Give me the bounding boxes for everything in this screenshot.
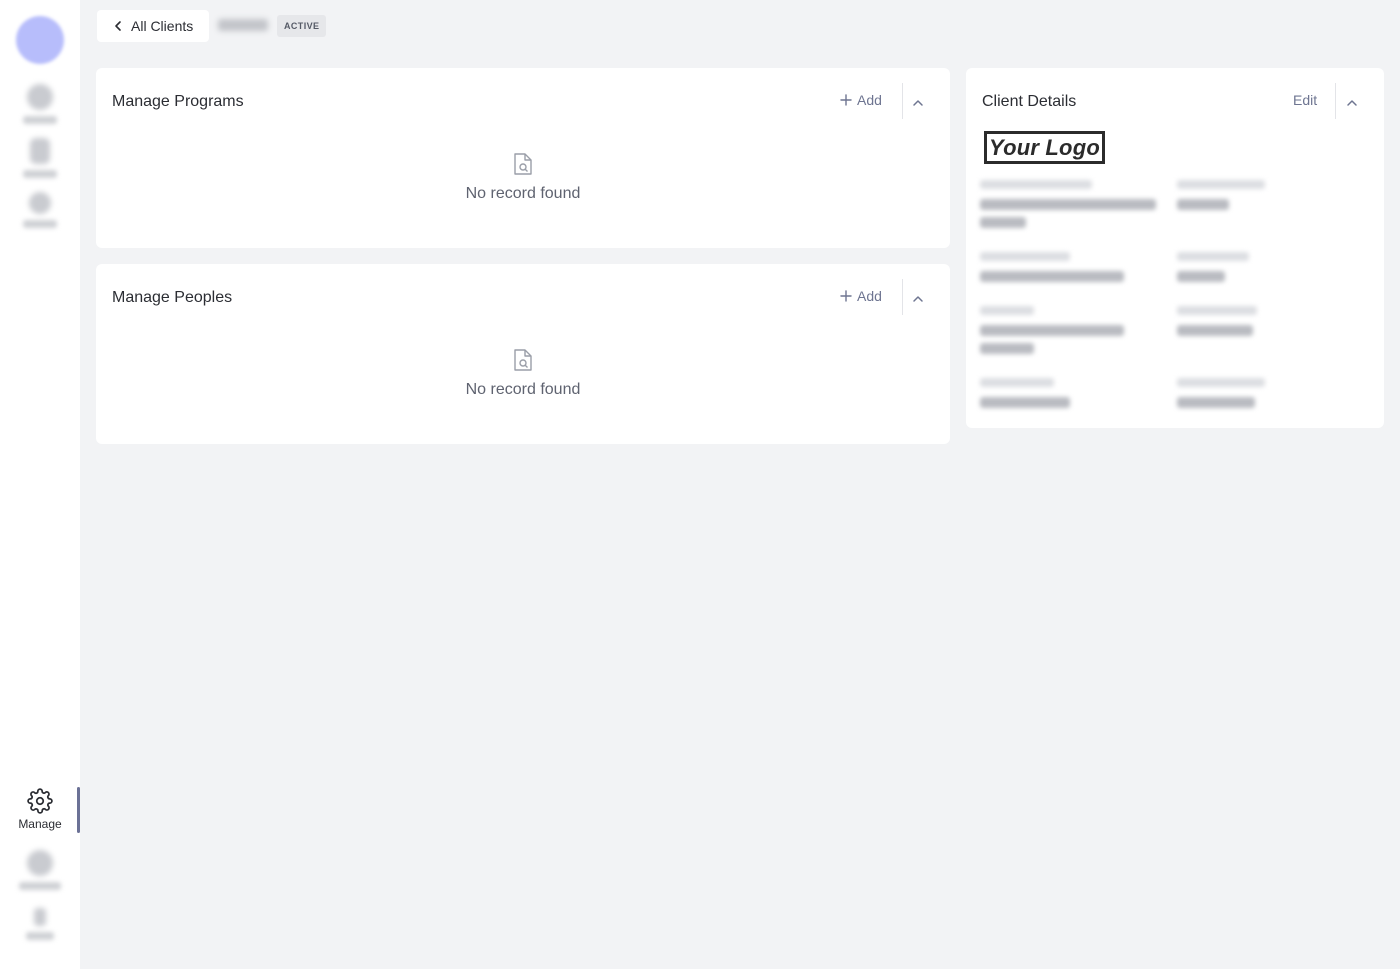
add-program-button[interactable]: Add [840, 92, 882, 108]
add-label: Add [857, 288, 882, 304]
active-indicator [77, 787, 80, 833]
detail-label [1177, 306, 1257, 315]
empty-message: No record found [465, 185, 581, 202]
client-logo: Your Logo [984, 131, 1105, 164]
detail-label [980, 252, 1070, 261]
card-title: Manage Peoples [112, 289, 233, 306]
collapse-button[interactable] [909, 290, 927, 308]
empty-state: No record found [96, 152, 950, 203]
detail-registered-name [980, 180, 1160, 228]
blurred-nav-label [23, 220, 57, 228]
blurred-nav-icon [27, 84, 53, 110]
client-details-card: Client Details Edit Your Logo [966, 68, 1384, 428]
collapse-button[interactable] [909, 94, 927, 112]
blurred-nav-label [23, 170, 57, 178]
divider [902, 83, 903, 119]
manage-peoples-card: Manage Peoples Add No record found [96, 264, 950, 444]
blurred-nav-icon [34, 908, 46, 926]
empty-state: No record found [96, 348, 950, 399]
chevron-up-icon [913, 100, 923, 106]
gear-icon [27, 788, 53, 814]
detail-value [980, 271, 1124, 282]
status-badge: ACTIVE [277, 15, 327, 37]
sidebar-item-label: Manage [18, 817, 62, 831]
divider [1335, 83, 1336, 119]
sidebar-item-3[interactable] [0, 192, 80, 228]
detail-client-type [1177, 252, 1357, 282]
add-people-button[interactable]: Add [840, 288, 882, 304]
edit-client-button[interactable]: Edit [1293, 92, 1317, 108]
detail-value [980, 343, 1034, 354]
blurred-nav-label [23, 116, 57, 124]
detail-value [1177, 199, 1229, 210]
document-search-icon [514, 349, 532, 371]
back-to-clients-button[interactable]: All Clients [97, 10, 209, 42]
avatar[interactable] [16, 16, 64, 64]
collapse-button[interactable] [1343, 94, 1361, 112]
detail-value [980, 325, 1124, 336]
detail-contact [980, 378, 1160, 408]
detail-value [980, 397, 1070, 408]
detail-value [980, 199, 1156, 210]
detail-label [1177, 180, 1265, 189]
document-search-icon [514, 153, 532, 175]
detail-value [1177, 325, 1253, 336]
blurred-nav-label [26, 932, 54, 940]
plus-icon [840, 94, 852, 106]
sidebar-item-5[interactable] [0, 908, 80, 940]
card-title: Client Details [982, 93, 1077, 110]
card-title: Manage Programs [112, 93, 244, 110]
sidebar-item-manage[interactable]: Manage [0, 788, 80, 831]
blurred-nav-icon [29, 192, 51, 214]
sidebar-item-1[interactable] [0, 84, 80, 124]
detail-address [980, 306, 1160, 354]
client-name-blurred [218, 19, 268, 31]
divider [902, 279, 903, 315]
detail-value [1177, 397, 1255, 408]
sidebar-item-4[interactable] [0, 850, 80, 890]
edit-label: Edit [1293, 92, 1318, 108]
detail-label [980, 306, 1034, 315]
blurred-nav-label [19, 882, 61, 890]
detail-spoc [1177, 306, 1357, 336]
back-label: All Clients [131, 18, 194, 34]
chevron-left-icon [115, 21, 121, 31]
chevron-up-icon [1347, 100, 1357, 106]
detail-label [980, 378, 1054, 387]
detail-last-updated [1177, 378, 1357, 408]
detail-display-name [1177, 180, 1357, 210]
add-label: Add [857, 92, 882, 108]
blurred-nav-icon [27, 850, 53, 876]
detail-value [980, 217, 1026, 228]
sidebar: Manage [0, 0, 80, 969]
chevron-up-icon [913, 296, 923, 302]
sidebar-item-2[interactable] [0, 138, 80, 178]
detail-label [1177, 252, 1249, 261]
detail-label [1177, 378, 1265, 387]
empty-message: No record found [465, 381, 581, 398]
detail-value [1177, 271, 1225, 282]
detail-label [980, 180, 1092, 189]
blurred-nav-icon [30, 138, 50, 164]
detail-email [980, 252, 1160, 282]
plus-icon [840, 290, 852, 302]
manage-programs-card: Manage Programs Add No record found [96, 68, 950, 248]
